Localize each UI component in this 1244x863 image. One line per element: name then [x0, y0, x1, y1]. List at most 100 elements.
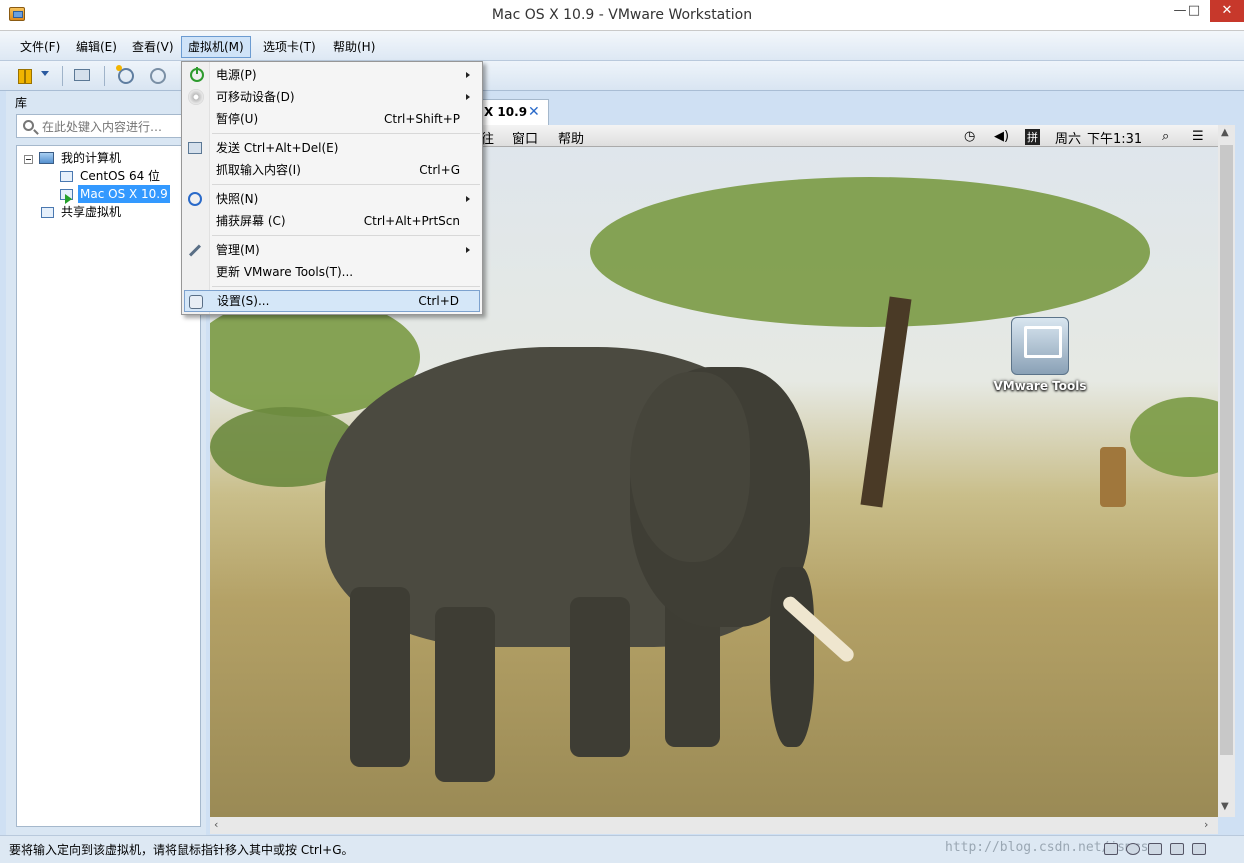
wrench-icon [188, 244, 202, 257]
elephant-ear [630, 372, 750, 562]
menu-label: 暂停(U) [216, 112, 259, 126]
menu-separator [212, 235, 480, 236]
hdd-status-icon[interactable] [1104, 843, 1118, 855]
menu-label: 抓取输入内容(I) [216, 163, 301, 177]
send-cad-icon [188, 142, 202, 154]
menu-file[interactable]: 文件(F) [14, 36, 66, 58]
scroll-up-icon[interactable]: ▲ [1221, 127, 1229, 138]
menu-separator [212, 286, 480, 287]
menu-item-grab-input[interactable]: 抓取输入内容(I) Ctrl+G [184, 159, 480, 181]
submenu-arrow-icon [466, 72, 470, 78]
library-search-input[interactable] [42, 118, 190, 135]
shared-vm-icon [41, 207, 54, 218]
menu-edit[interactable]: 编辑(E) [70, 36, 123, 58]
menu-shortcut: Ctrl+Alt+PrtScn [363, 214, 460, 228]
cd-status-icon[interactable] [1126, 843, 1140, 855]
tab-label: X 10.9 [484, 105, 528, 119]
watermark: http://blog.csdn.net/jsmcsn [945, 840, 1157, 855]
guest-menu-window[interactable]: 窗口 [512, 128, 538, 147]
title-bar: Mac OS X 10.9 - VMware Workstation — □ ✕ [0, 0, 1244, 31]
status-message: 要将输入定向到该虚拟机，请将鼠标指针移入其中或按 Ctrl+G。 [9, 843, 354, 857]
submenu-arrow-icon [466, 247, 470, 253]
menu-vm[interactable]: 虚拟机(M) [181, 36, 251, 58]
guest-menu-help[interactable]: 帮助 [558, 128, 584, 147]
input-method-icon[interactable]: 拼 [1025, 129, 1040, 145]
notification-list-icon[interactable]: ☰ [1192, 129, 1204, 144]
tree-item-my-computer[interactable]: 我的计算机 [17, 149, 197, 167]
horizontal-scrollbar[interactable]: ‹ › [210, 817, 1218, 834]
scroll-down-icon[interactable]: ▼ [1221, 801, 1229, 812]
scroll-left-icon[interactable]: ‹ [214, 818, 218, 831]
sound-status-icon[interactable] [1192, 843, 1206, 855]
menu-label: 设置(S)... [217, 294, 270, 308]
cd-icon [188, 89, 204, 105]
giraffe [1100, 447, 1126, 507]
menu-item-capture-screen[interactable]: 捕获屏幕 (C) Ctrl+Alt+PrtScn [184, 210, 480, 232]
acacia-canopy [590, 177, 1150, 327]
vm-dropdown-menu: 电源(P) 可移动设备(D) 暂停(U) Ctrl+Shift+P 发送 Ctr… [181, 61, 483, 315]
menu-item-pause[interactable]: 暂停(U) Ctrl+Shift+P [184, 108, 480, 130]
menu-item-manage[interactable]: 管理(M) [184, 239, 480, 261]
pause-icon[interactable] [16, 66, 36, 86]
acacia-trunk [860, 296, 912, 508]
menu-separator [212, 133, 480, 134]
guest-day[interactable]: 周六 [1055, 128, 1081, 147]
menu-label: 管理(M) [216, 243, 260, 257]
tree-item-centos[interactable]: CentOS 64 位 [17, 167, 197, 185]
tab-close-icon[interactable]: ✕ [528, 100, 540, 124]
library-header: 库 [15, 96, 28, 110]
menu-view[interactable]: 查看(V) [126, 36, 180, 58]
power-dropdown-icon[interactable] [41, 71, 49, 76]
library-panel: 库 我的计算机 CentOS 64 位 Mac OS X 10.9 共享虚拟机 [6, 91, 206, 835]
time-machine-icon[interactable]: ◷ [964, 129, 975, 144]
menu-label: 电源(P) [216, 68, 257, 82]
tree-label: 共享虚拟机 [61, 205, 122, 219]
close-button[interactable]: ✕ [1210, 0, 1244, 22]
tree-label: Mac OS X 10.9 [78, 185, 170, 203]
guest-time[interactable]: 下午1:31 [1087, 128, 1142, 147]
volume-icon[interactable]: ◀) [994, 129, 1009, 144]
network-status-icon[interactable] [1148, 843, 1162, 855]
menu-label: 更新 VMware Tools(T)... [216, 265, 354, 279]
menu-label: 可移动设备(D) [216, 90, 295, 104]
library-search[interactable] [16, 114, 194, 138]
vmware-tools-label[interactable]: VMware Tools [990, 379, 1090, 393]
toolbar-separator [62, 66, 63, 86]
menu-item-send-cad[interactable]: 发送 Ctrl+Alt+Del(E) [184, 137, 480, 159]
snapshot-icon [188, 192, 202, 206]
menu-label: 快照(N) [216, 192, 259, 206]
tree-item-shared[interactable]: 共享虚拟机 [17, 203, 197, 221]
menu-shortcut: Ctrl+Shift+P [384, 112, 460, 126]
send-cad-icon[interactable] [74, 69, 90, 81]
menu-item-update-tools[interactable]: 更新 VMware Tools(T)... [184, 261, 480, 283]
menu-help[interactable]: 帮助(H) [327, 36, 381, 58]
tree-item-macos[interactable]: Mac OS X 10.9 [17, 185, 197, 204]
menu-item-settings[interactable]: 设置(S)... Ctrl+D [184, 290, 480, 312]
toolbar-separator [104, 66, 105, 86]
tab-macos[interactable]: X 10.9 ✕ [479, 99, 549, 125]
search-icon [23, 120, 34, 131]
vertical-scrollbar[interactable]: ▲ ▼ [1218, 125, 1235, 817]
disk-icon[interactable] [1011, 317, 1069, 375]
usb-status-icon[interactable] [1170, 843, 1184, 855]
scroll-thumb[interactable] [1220, 145, 1233, 755]
spotlight-icon[interactable]: ⌕ [1162, 129, 1169, 144]
take-snapshot-icon[interactable] [116, 65, 134, 84]
vmware-tools-disk[interactable]: VMware Tools [990, 317, 1090, 393]
menu-item-snapshot[interactable]: 快照(N) [184, 188, 480, 210]
menu-tabs[interactable]: 选项卡(T) [257, 36, 322, 58]
right-bush [1130, 397, 1218, 477]
elephant-leg [570, 597, 630, 757]
scroll-right-icon[interactable]: › [1204, 818, 1208, 831]
maximize-button[interactable]: □ [1180, 0, 1208, 22]
menu-label: 发送 Ctrl+Alt+Del(E) [216, 141, 339, 155]
menu-item-removable-devices[interactable]: 可移动设备(D) [184, 86, 480, 108]
revert-snapshot-icon[interactable] [150, 68, 166, 84]
menu-item-power[interactable]: 电源(P) [184, 64, 480, 86]
tree-label: CentOS 64 位 [80, 169, 161, 183]
collapse-icon[interactable] [24, 155, 33, 164]
elephant-trunk [770, 567, 814, 747]
elephant-leg [435, 607, 495, 782]
library-tree: 我的计算机 CentOS 64 位 Mac OS X 10.9 共享虚拟机 [16, 145, 201, 827]
computer-icon [39, 152, 54, 164]
